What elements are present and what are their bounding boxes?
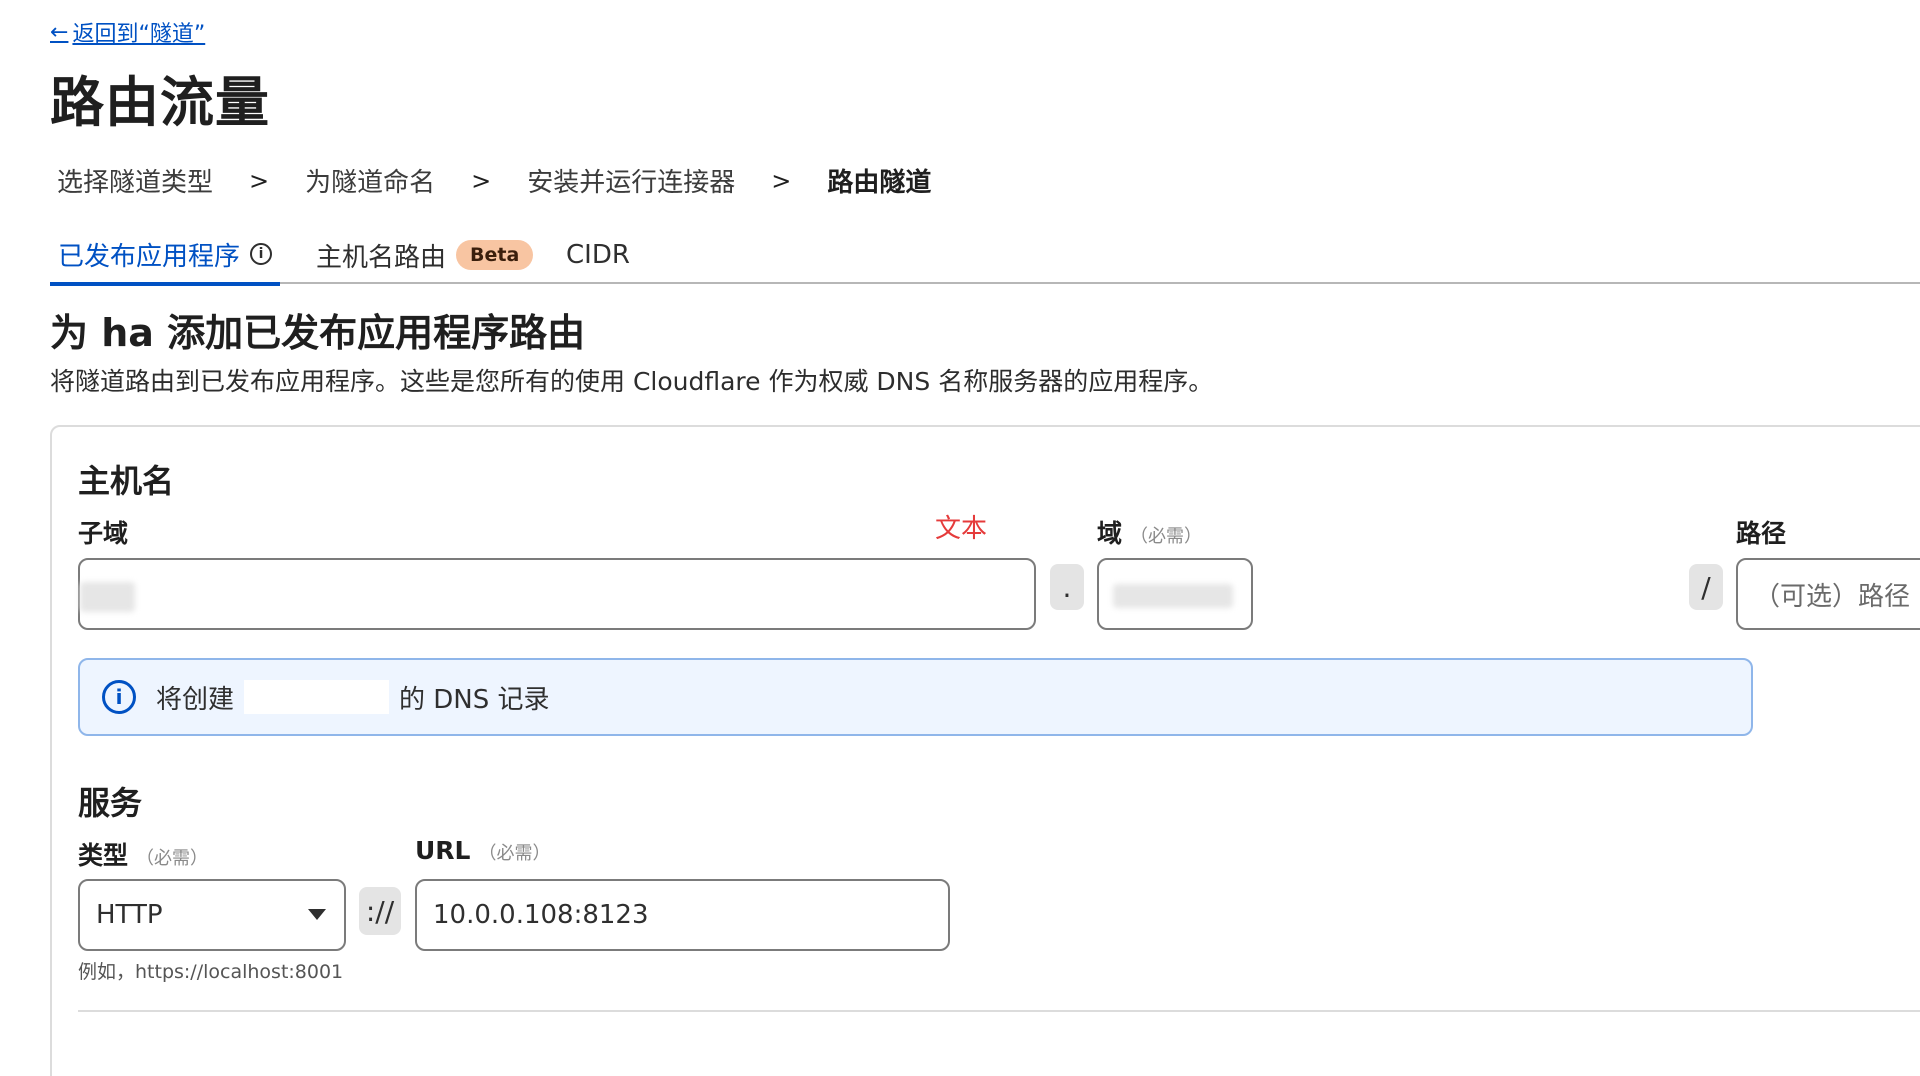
page-title: 路由流量	[50, 71, 270, 134]
step-separator: >	[471, 166, 492, 195]
dns-record-notice: i 将创建 的 DNS 记录	[78, 658, 1753, 736]
arrow-left-icon: ←	[50, 19, 69, 45]
step-install-connector: 安装并运行连接器	[527, 168, 736, 198]
info-icon[interactable]: i	[250, 243, 273, 265]
back-link-label: 返回到“隧道”	[72, 22, 206, 47]
path-placeholder: （可选）路径	[1754, 581, 1911, 612]
scheme-separator: ://	[359, 887, 401, 935]
step-separator: >	[771, 166, 792, 195]
url-label: URL （必需）	[415, 836, 551, 865]
chevron-down-icon	[308, 909, 326, 920]
selected-type: HTTP	[96, 900, 163, 930]
redacted-value	[1113, 584, 1233, 608]
annotation-text: 文本	[935, 514, 988, 544]
url-helper-text: 例如，https://localhost:8001	[78, 961, 344, 983]
notice-prefix: 将创建	[156, 684, 235, 715]
info-icon: i	[102, 680, 136, 714]
tab-published-apps[interactable]: 已发布应用程序 i	[50, 226, 281, 286]
tab-cidr[interactable]: CIDR	[566, 226, 630, 284]
step-select-type: 选择隧道类型	[57, 168, 214, 198]
notice-suffix: 的 DNS 记录	[399, 684, 550, 715]
subdomain-label: 子域	[78, 519, 129, 548]
back-to-tunnels-link[interactable]: ← 返回到“隧道”	[50, 16, 205, 48]
path-input[interactable]: （可选）路径	[1736, 558, 1920, 630]
section-title: 为 ha 添加已发布应用程序路由	[50, 311, 586, 355]
section-description: 将隧道路由到已发布应用程序。这些是您所有的使用 Cloudflare 作为权威 …	[50, 367, 1214, 396]
tab-label: 主机名路由	[316, 242, 447, 273]
tab-hostname-routes[interactable]: 主机名路由 Beta	[316, 226, 534, 284]
subdomain-input[interactable]	[78, 558, 1036, 630]
service-url-input[interactable]: 10.0.0.108:8123	[415, 879, 950, 951]
domain-label: 域（必需）	[1097, 519, 1203, 548]
route-tabs: 已发布应用程序 i 主机名路由 Beta CIDR	[50, 226, 1920, 286]
type-label: 类型 （必需）	[78, 841, 209, 870]
domain-select[interactable]	[1097, 558, 1253, 630]
redacted-value	[80, 582, 135, 612]
url-value: 10.0.0.108:8123	[433, 900, 649, 930]
step-name-tunnel: 为隧道命名	[305, 168, 436, 198]
redacted-hostname	[244, 680, 390, 714]
beta-badge: Beta	[456, 240, 534, 270]
path-label: 路径	[1736, 519, 1787, 548]
hostname-heading: 主机名	[78, 462, 175, 500]
wizard-steps: 选择隧道类型 > 为隧道命名 > 安装并运行连接器 > 路由隧道	[57, 162, 931, 199]
domain-dot-separator: .	[1050, 564, 1084, 610]
tab-label: 已发布应用程序	[58, 241, 241, 272]
service-heading: 服务	[78, 784, 143, 822]
tab-label: CIDR	[566, 240, 630, 270]
step-route-tunnel: 路由隧道	[827, 168, 932, 198]
service-type-select[interactable]: HTTP	[78, 879, 346, 951]
path-slash-separator: /	[1689, 564, 1723, 610]
step-separator: >	[249, 166, 270, 195]
divider	[78, 1010, 1920, 1012]
